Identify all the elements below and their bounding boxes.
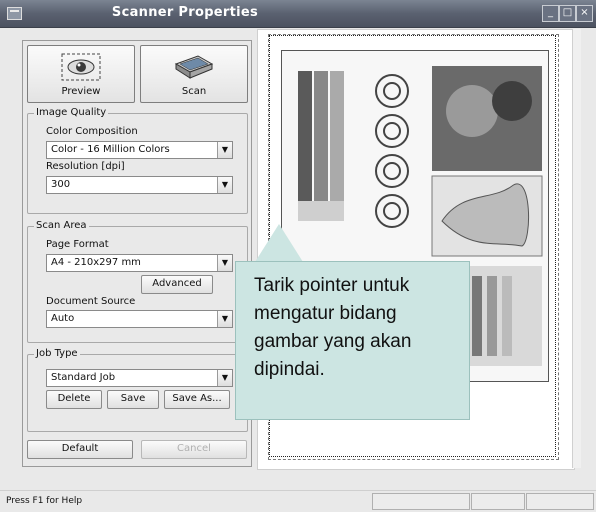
- window-body: Preview Scan Image Quality Color Composi…: [0, 28, 596, 511]
- page-format-label: Page Format: [46, 239, 109, 250]
- chevron-down-icon: ▼: [217, 370, 232, 386]
- title-bar: Scanner Properties _ □ ×: [0, 0, 596, 28]
- callout-text: Tarik pointer untuk mengatur bidang gamb…: [254, 275, 412, 380]
- advanced-button[interactable]: Advanced: [141, 275, 213, 294]
- window-title: Scanner Properties: [111, 5, 259, 20]
- status-bar: Press F1 for Help: [0, 490, 596, 512]
- chevron-down-icon: ▼: [217, 311, 232, 327]
- delete-button[interactable]: Delete: [46, 390, 102, 409]
- scanner-icon: [174, 55, 214, 79]
- close-button[interactable]: ×: [576, 5, 593, 22]
- chevron-down-icon: ▼: [217, 255, 232, 271]
- resolution-value: 300: [51, 179, 71, 190]
- job-type-select[interactable]: Standard Job ▼: [46, 369, 233, 387]
- resolution-label: Resolution [dpi]: [46, 161, 125, 172]
- document-source-value: Auto: [51, 313, 75, 324]
- cancel-button: Cancel: [141, 440, 247, 459]
- maximize-button[interactable]: □: [559, 5, 576, 22]
- chevron-down-icon: ▼: [217, 177, 232, 193]
- job-type-group: Job Type Standard Job ▼ Delete Save Save…: [27, 348, 248, 432]
- document-source-label: Document Source: [46, 296, 136, 307]
- minimize-button[interactable]: _: [542, 5, 559, 22]
- page-format-select[interactable]: A4 - 210x297 mm ▼: [46, 254, 233, 272]
- status-cell: [471, 493, 525, 510]
- job-type-value: Standard Job: [51, 372, 116, 383]
- job-type-title: Job Type: [34, 348, 80, 359]
- color-composition-value: Color - 16 Million Colors: [51, 144, 170, 155]
- preview-label: Preview: [61, 86, 101, 97]
- preview-button[interactable]: Preview: [27, 45, 135, 103]
- status-text: Press F1 for Help: [6, 496, 83, 506]
- scan-area-group: Scan Area Page Format A4 - 210x297 mm ▼ …: [27, 220, 248, 343]
- scan-area-title: Scan Area: [34, 220, 89, 231]
- status-cell: [372, 493, 470, 510]
- image-quality-title: Image Quality: [34, 107, 109, 118]
- chevron-down-icon: ▼: [217, 142, 232, 158]
- color-composition-label: Color Composition: [46, 126, 138, 137]
- default-button[interactable]: Default: [27, 440, 133, 459]
- eye-icon: [61, 53, 101, 81]
- image-quality-group: Image Quality Color Composition Color - …: [27, 107, 248, 214]
- status-cell: [526, 493, 594, 510]
- save-as-button[interactable]: Save As...: [164, 390, 230, 409]
- preview-scrollbar[interactable]: [572, 29, 581, 468]
- callout-pointer: [255, 224, 303, 262]
- scan-button[interactable]: Scan: [140, 45, 248, 103]
- page-format-value: A4 - 210x297 mm: [51, 257, 141, 268]
- save-button[interactable]: Save: [107, 390, 159, 409]
- scan-label: Scan: [181, 86, 207, 97]
- document-source-select[interactable]: Auto ▼: [46, 310, 233, 328]
- tooltip-callout: Tarik pointer untuk mengatur bidang gamb…: [235, 261, 470, 420]
- resolution-select[interactable]: 300 ▼: [46, 176, 233, 194]
- settings-panel: Preview Scan Image Quality Color Composi…: [22, 40, 252, 467]
- color-composition-select[interactable]: Color - 16 Million Colors ▼: [46, 141, 233, 159]
